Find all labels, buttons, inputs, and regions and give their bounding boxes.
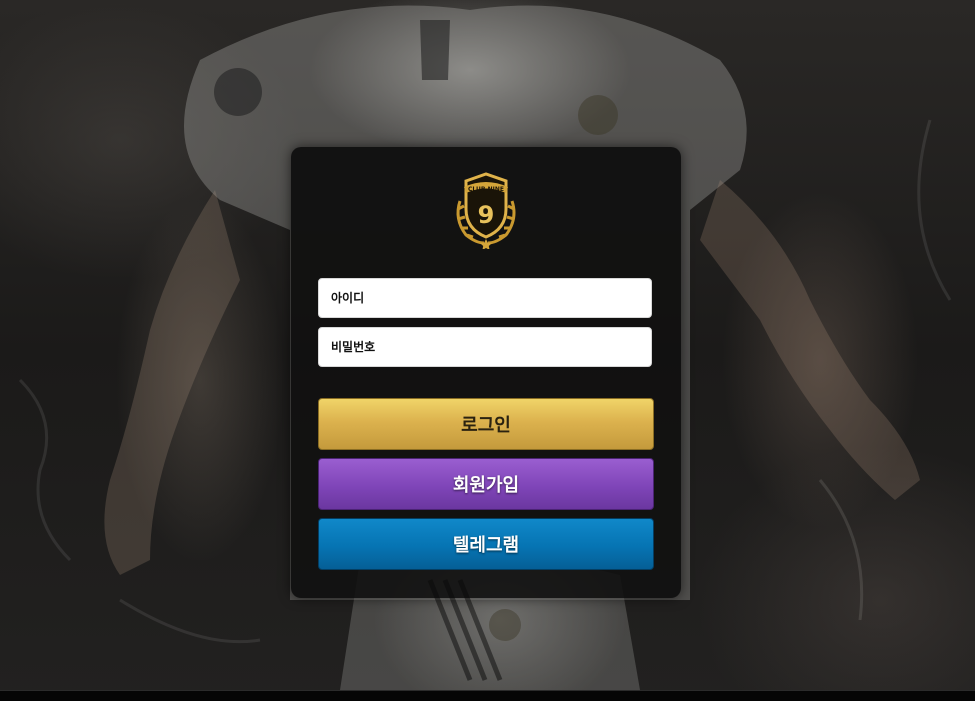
svg-text:9: 9	[478, 201, 495, 229]
login-button[interactable]: 로그인	[318, 398, 654, 450]
telegram-button[interactable]: 텔레그램	[318, 518, 654, 570]
bottom-bar	[0, 690, 975, 701]
password-input[interactable]	[318, 327, 652, 367]
svg-text:CLUB NINE: CLUB NINE	[468, 186, 504, 193]
signup-button[interactable]: 회원가입	[318, 458, 654, 510]
login-page: CLUB NINE 9 로그인 회원가입 텔레그램	[0, 0, 975, 701]
id-input[interactable]	[318, 278, 652, 318]
club-nine-crest-icon: CLUB NINE 9	[456, 172, 516, 249]
login-panel: CLUB NINE 9 로그인 회원가입 텔레그램	[291, 147, 681, 598]
